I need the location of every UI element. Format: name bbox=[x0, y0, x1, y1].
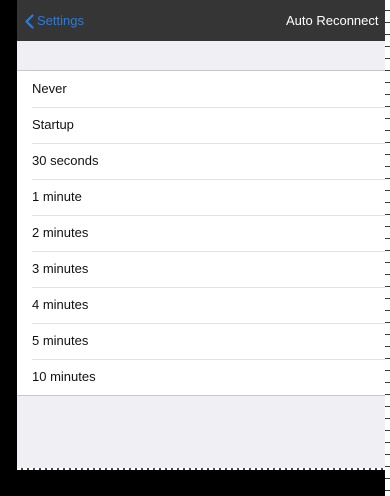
device-frame: Settings Auto Reconnect Never Startup 30… bbox=[0, 0, 390, 496]
list-item-2-minutes[interactable]: 2 minutes bbox=[17, 215, 385, 251]
navigation-bar: Settings Auto Reconnect bbox=[17, 0, 385, 41]
bottom-edge bbox=[17, 468, 385, 496]
chevron-left-icon bbox=[25, 13, 34, 29]
list-item-30-seconds[interactable]: 30 seconds bbox=[17, 143, 385, 179]
list-item-3-minutes[interactable]: 3 minutes bbox=[17, 251, 385, 287]
list-item-10-minutes[interactable]: 10 minutes bbox=[17, 359, 385, 395]
list-item-never[interactable]: Never bbox=[17, 71, 385, 107]
list-item-startup[interactable]: Startup bbox=[17, 107, 385, 143]
screen: Settings Auto Reconnect Never Startup 30… bbox=[17, 0, 385, 468]
right-edge bbox=[385, 0, 390, 496]
page-title: Auto Reconnect bbox=[286, 13, 379, 28]
back-button[interactable]: Settings bbox=[25, 10, 84, 32]
list-item-1-minute[interactable]: 1 minute bbox=[17, 179, 385, 215]
options-list: Never Startup 30 seconds 1 minute 2 minu… bbox=[17, 70, 385, 396]
back-button-label: Settings bbox=[37, 13, 84, 28]
list-item-5-minutes[interactable]: 5 minutes bbox=[17, 323, 385, 359]
list-item-4-minutes[interactable]: 4 minutes bbox=[17, 287, 385, 323]
